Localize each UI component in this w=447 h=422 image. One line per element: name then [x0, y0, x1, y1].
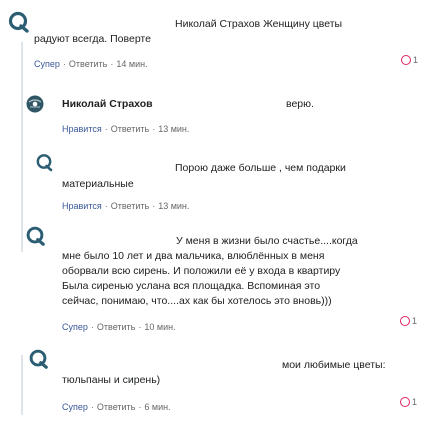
reaction-icon — [400, 397, 410, 407]
comment-line: сейчас, понимаю, что....ах как бы хотело… — [62, 295, 332, 307]
avatar-icon[interactable] — [24, 225, 46, 247]
reply-button[interactable]: Ответить — [111, 201, 149, 211]
reaction-badge[interactable]: 1 — [400, 316, 417, 326]
comment-line: верю. — [286, 98, 314, 110]
comment-author[interactable]: Николай Страхов — [62, 98, 153, 110]
comment-actions: Нравится · Ответить · 13 мин. — [62, 124, 190, 134]
timestamp[interactable]: 10 мин. — [144, 322, 175, 332]
reply-button[interactable]: Ответить — [69, 59, 107, 69]
comment-line: Порою даже больше , чем подарки — [175, 162, 346, 174]
comment-line: Женщину цветы — [263, 18, 343, 30]
reaction-count: 1 — [412, 316, 418, 326]
reaction-count: 1 — [413, 55, 419, 65]
reaction-badge[interactable]: 1 — [401, 55, 418, 65]
comment-line: мои любимые цветы: — [282, 359, 386, 371]
like-button[interactable]: Нравится — [62, 201, 102, 211]
reply-button[interactable]: Ответить — [97, 322, 135, 332]
reaction-badge[interactable]: 1 — [400, 397, 417, 407]
comment-actions: Супер · Ответить · 6 мин. — [62, 402, 171, 412]
comment-line: У меня в жизни было счастье....когда — [176, 235, 358, 247]
reply-button[interactable]: Ответить — [97, 402, 135, 412]
like-button[interactable]: Нравится — [62, 124, 102, 134]
reaction-icon — [401, 55, 411, 65]
thread-line — [21, 42, 23, 252]
comment-line: Была сиренью услана вся площадка. Вспоми… — [62, 280, 321, 292]
comment-text: Николай Страхов Женщину цветы — [175, 17, 342, 32]
comment-line: материальные — [62, 178, 134, 190]
comment-actions: Супер · Ответить · 10 мин. — [62, 322, 176, 332]
thread-line — [21, 355, 23, 415]
comment-line: оборвали всю сирень. И положили её у вхо… — [62, 265, 341, 277]
comment-line: радуют всегда. Поверте — [34, 33, 151, 45]
comment-line: мне было 10 лет и два мальчика, влюблённ… — [62, 250, 325, 262]
like-button[interactable]: Супер — [62, 322, 88, 332]
timestamp[interactable]: 13 мин. — [158, 201, 189, 211]
reaction-icon — [400, 316, 410, 326]
like-button[interactable]: Супер — [34, 59, 60, 69]
comment-line: тюльпаны и сирень) — [62, 374, 161, 386]
reply-button[interactable]: Ответить — [111, 124, 149, 134]
comment-text: Николай Страхов — [62, 97, 153, 112]
reaction-count: 1 — [412, 397, 418, 407]
timestamp[interactable]: 13 мин. — [158, 124, 189, 134]
comment-actions: Супер · Ответить · 14 мин. — [34, 59, 148, 69]
avatar-icon[interactable] — [27, 348, 49, 370]
timestamp[interactable]: 6 мин. — [144, 402, 170, 412]
avatar-icon[interactable] — [6, 10, 30, 34]
like-button[interactable]: Супер — [62, 402, 88, 412]
avatar-icon[interactable] — [34, 152, 54, 172]
comment-actions: Нравится · Ответить · 13 мин. — [62, 201, 190, 211]
avatar-icon[interactable] — [26, 95, 44, 113]
comment-author[interactable]: Николай Страхов — [175, 18, 260, 30]
timestamp[interactable]: 14 мин. — [116, 59, 147, 69]
